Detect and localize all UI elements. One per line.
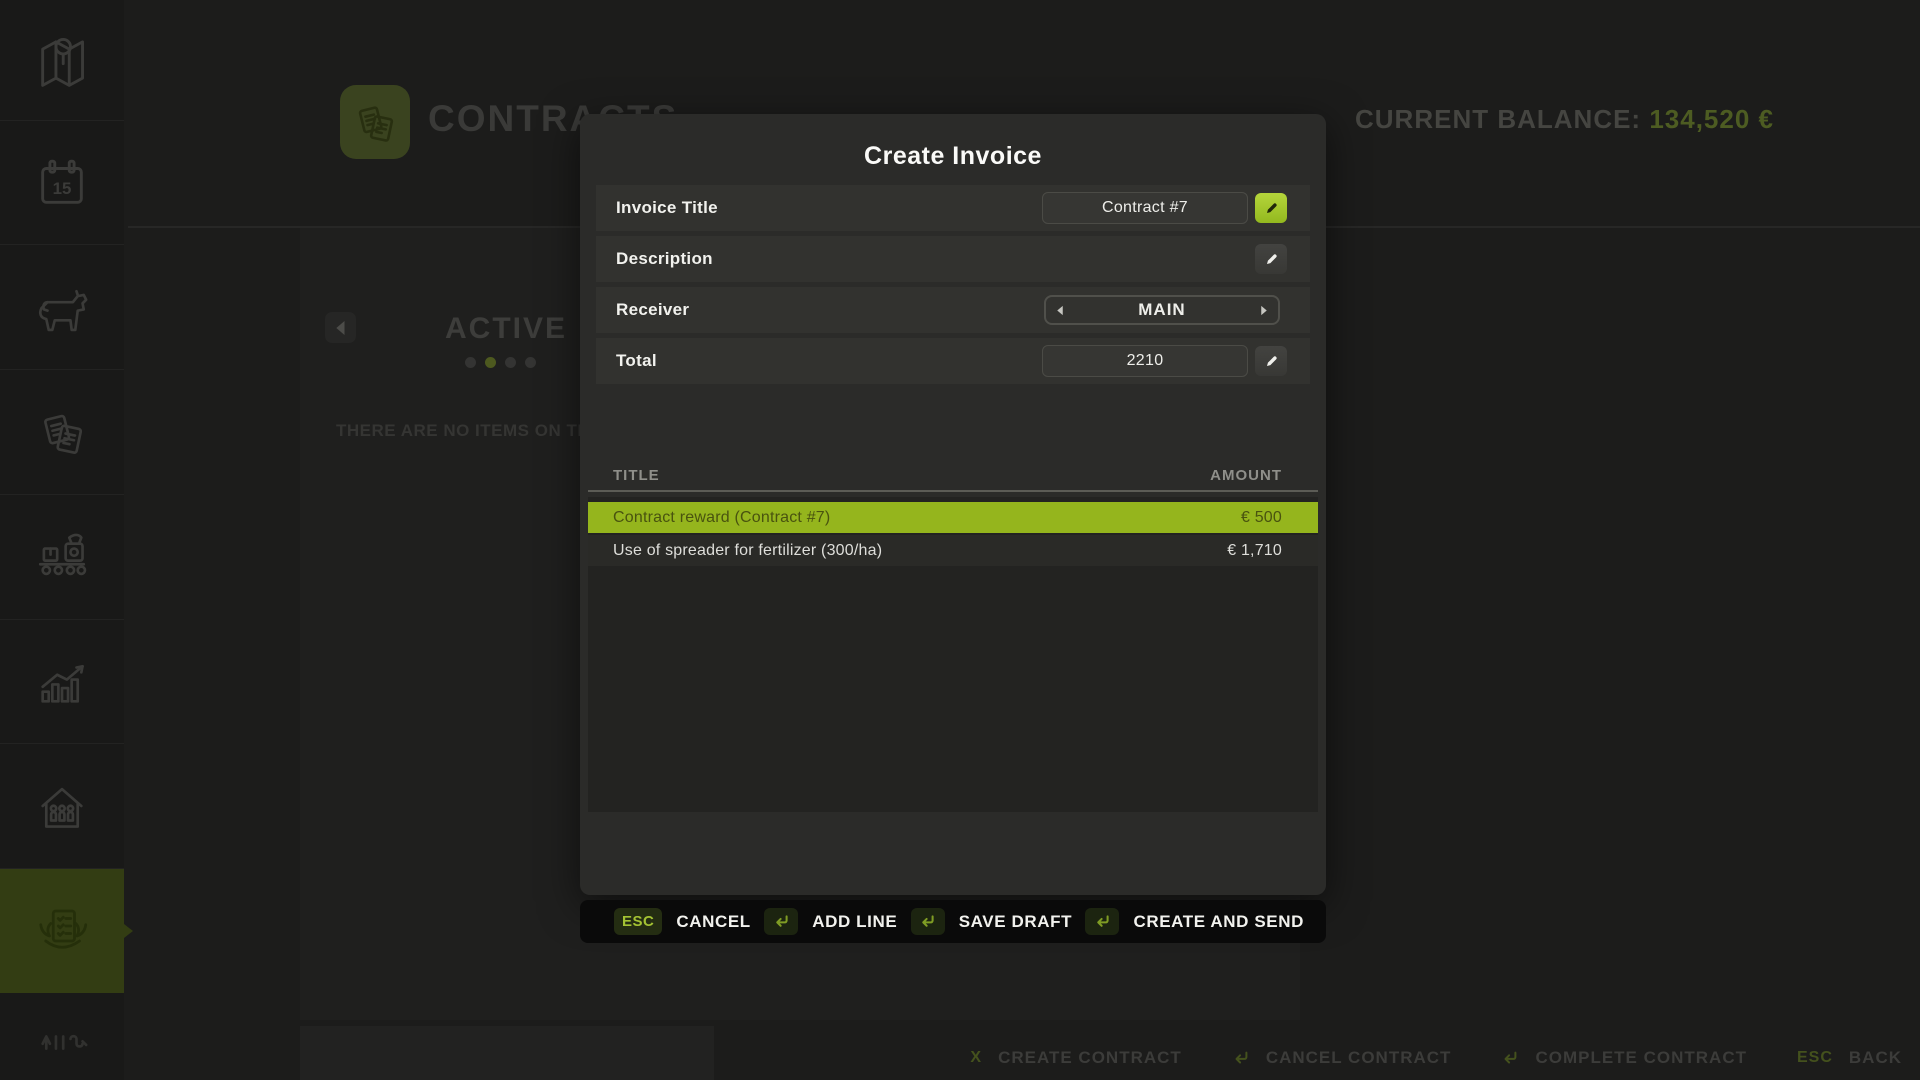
line-title: Contract reward (Contract #7) [613,509,830,527]
page-dot [505,357,516,368]
app-screen: 15 [0,0,1920,1080]
pencil-icon [1264,201,1279,216]
spinner-left-arrow[interactable] [1056,305,1064,316]
line-title: Use of spreader for fertilizer (300/ha) [613,542,882,560]
description-edit-button[interactable] [1255,244,1287,274]
cow-icon [33,278,91,336]
production-icon [33,528,91,586]
pagination-dots [465,357,536,368]
line-amount: € 500 [1241,509,1282,527]
sidebar-item-prices[interactable] [0,370,124,495]
receiver-spinner[interactable]: MAIN [1044,295,1280,325]
documents-icon [33,403,91,461]
page-dot-active [485,357,496,368]
enter-key-icon [1232,1050,1250,1066]
total-input[interactable]: 2210 [1042,345,1248,377]
sidebar-item-production[interactable] [0,495,124,620]
total-label: Total [616,351,657,371]
action-label: COMPLETE CONTRACT [1535,1048,1747,1068]
create-contract-action[interactable]: X CREATE CONTRACT [970,1048,1181,1068]
save-draft-button[interactable]: SAVE DRAFT [911,908,1072,935]
sidebar-item-calendar[interactable]: 15 [0,121,124,245]
add-line-button[interactable]: ADD LINE [764,908,897,935]
line-amount: € 1,710 [1227,542,1282,560]
cancel-button[interactable]: ESC CANCEL [614,908,751,935]
receiver-value: MAIN [1064,300,1260,320]
invoice-line-row[interactable]: Use of spreader for fertilizer (300/ha) … [588,535,1318,566]
description-label: Description [616,249,713,269]
back-action[interactable]: ESC BACK [1797,1048,1902,1068]
column-title: TITLE [613,467,660,484]
invoice-title-label: Invoice Title [616,198,718,218]
statistics-icon [33,653,91,711]
sidebar-item-partial [0,1022,124,1080]
sidebar: 15 [0,0,124,1080]
enter-key-icon [1501,1050,1519,1066]
button-label: ADD LINE [812,912,897,932]
button-label: CANCEL [676,912,750,932]
total-edit-button[interactable] [1255,346,1287,376]
create-and-send-button[interactable]: CREATE AND SEND [1085,908,1304,935]
create-invoice-dialog: Create Invoice Invoice Title Contract #7… [580,114,1326,895]
action-label: BACK [1849,1048,1902,1068]
description-input[interactable] [1042,243,1248,275]
workers-building-icon [33,777,91,835]
complete-contract-action[interactable]: COMPLETE CONTRACT [1501,1048,1747,1068]
invoice-line-row[interactable]: Contract reward (Contract #7) € 500 [588,502,1318,533]
background-panel [300,1026,714,1080]
button-label: SAVE DRAFT [959,912,1072,932]
description-row: Description [596,236,1310,282]
spinner-right-arrow[interactable] [1260,305,1268,316]
invoice-title-input[interactable]: Contract #7 [1042,192,1248,224]
action-label: CREATE CONTRACT [998,1048,1182,1068]
sidebar-item-map[interactable] [0,0,124,121]
dialog-button-bar: ESC CANCEL ADD LINE SAVE DRAFT CREATE AN… [580,900,1326,943]
left-arrow-icon [335,321,347,335]
invoice-lines-header: TITLE AMOUNT [588,460,1318,492]
calendar-day: 15 [53,178,72,197]
sidebar-item-statistics[interactable] [0,620,124,744]
enter-key-icon [764,908,798,935]
sidebar-item-contracts[interactable] [0,869,124,993]
bottom-action-bar: X CREATE CONTRACT CANCEL CONTRACT COMPLE… [970,1048,1902,1068]
page-dot [525,357,536,368]
invoice-title-row: Invoice Title Contract #7 [596,185,1310,231]
contract-laurel-icon [32,901,92,961]
pencil-icon [1264,354,1279,369]
invoice-title-edit-button[interactable] [1255,193,1287,223]
total-row: Total 2210 [596,338,1310,384]
sidebar-item-animals[interactable] [0,245,124,370]
esc-key: ESC [1797,1049,1833,1067]
esc-key-badge: ESC [614,908,662,935]
column-amount: AMOUNT [1210,467,1282,484]
contracts-page-icon [340,85,410,159]
map-icon [33,31,91,89]
enter-key-icon [911,908,945,935]
x-key: X [970,1049,982,1067]
pencil-icon [1264,252,1279,267]
action-label: CANCEL CONTRACT [1266,1048,1452,1068]
calendar-icon: 15 [33,154,91,212]
receiver-label: Receiver [616,300,689,320]
enter-key-icon [1085,908,1119,935]
dialog-title: Create Invoice [580,142,1326,171]
receiver-row: Receiver MAIN [596,287,1310,333]
page-dot [465,357,476,368]
current-balance: CURRENT BALANCE: 134,520 € [1355,104,1774,135]
balance-label: CURRENT BALANCE: [1355,104,1641,134]
sidebar-item-workers[interactable] [0,744,124,869]
cancel-contract-action[interactable]: CANCEL CONTRACT [1232,1048,1452,1068]
page-back-arrow-button[interactable] [325,312,356,343]
balance-value: 134,520 € [1649,104,1774,134]
invoice-lines-list: Contract reward (Contract #7) € 500 Use … [588,497,1318,812]
button-label: CREATE AND SEND [1133,912,1304,932]
